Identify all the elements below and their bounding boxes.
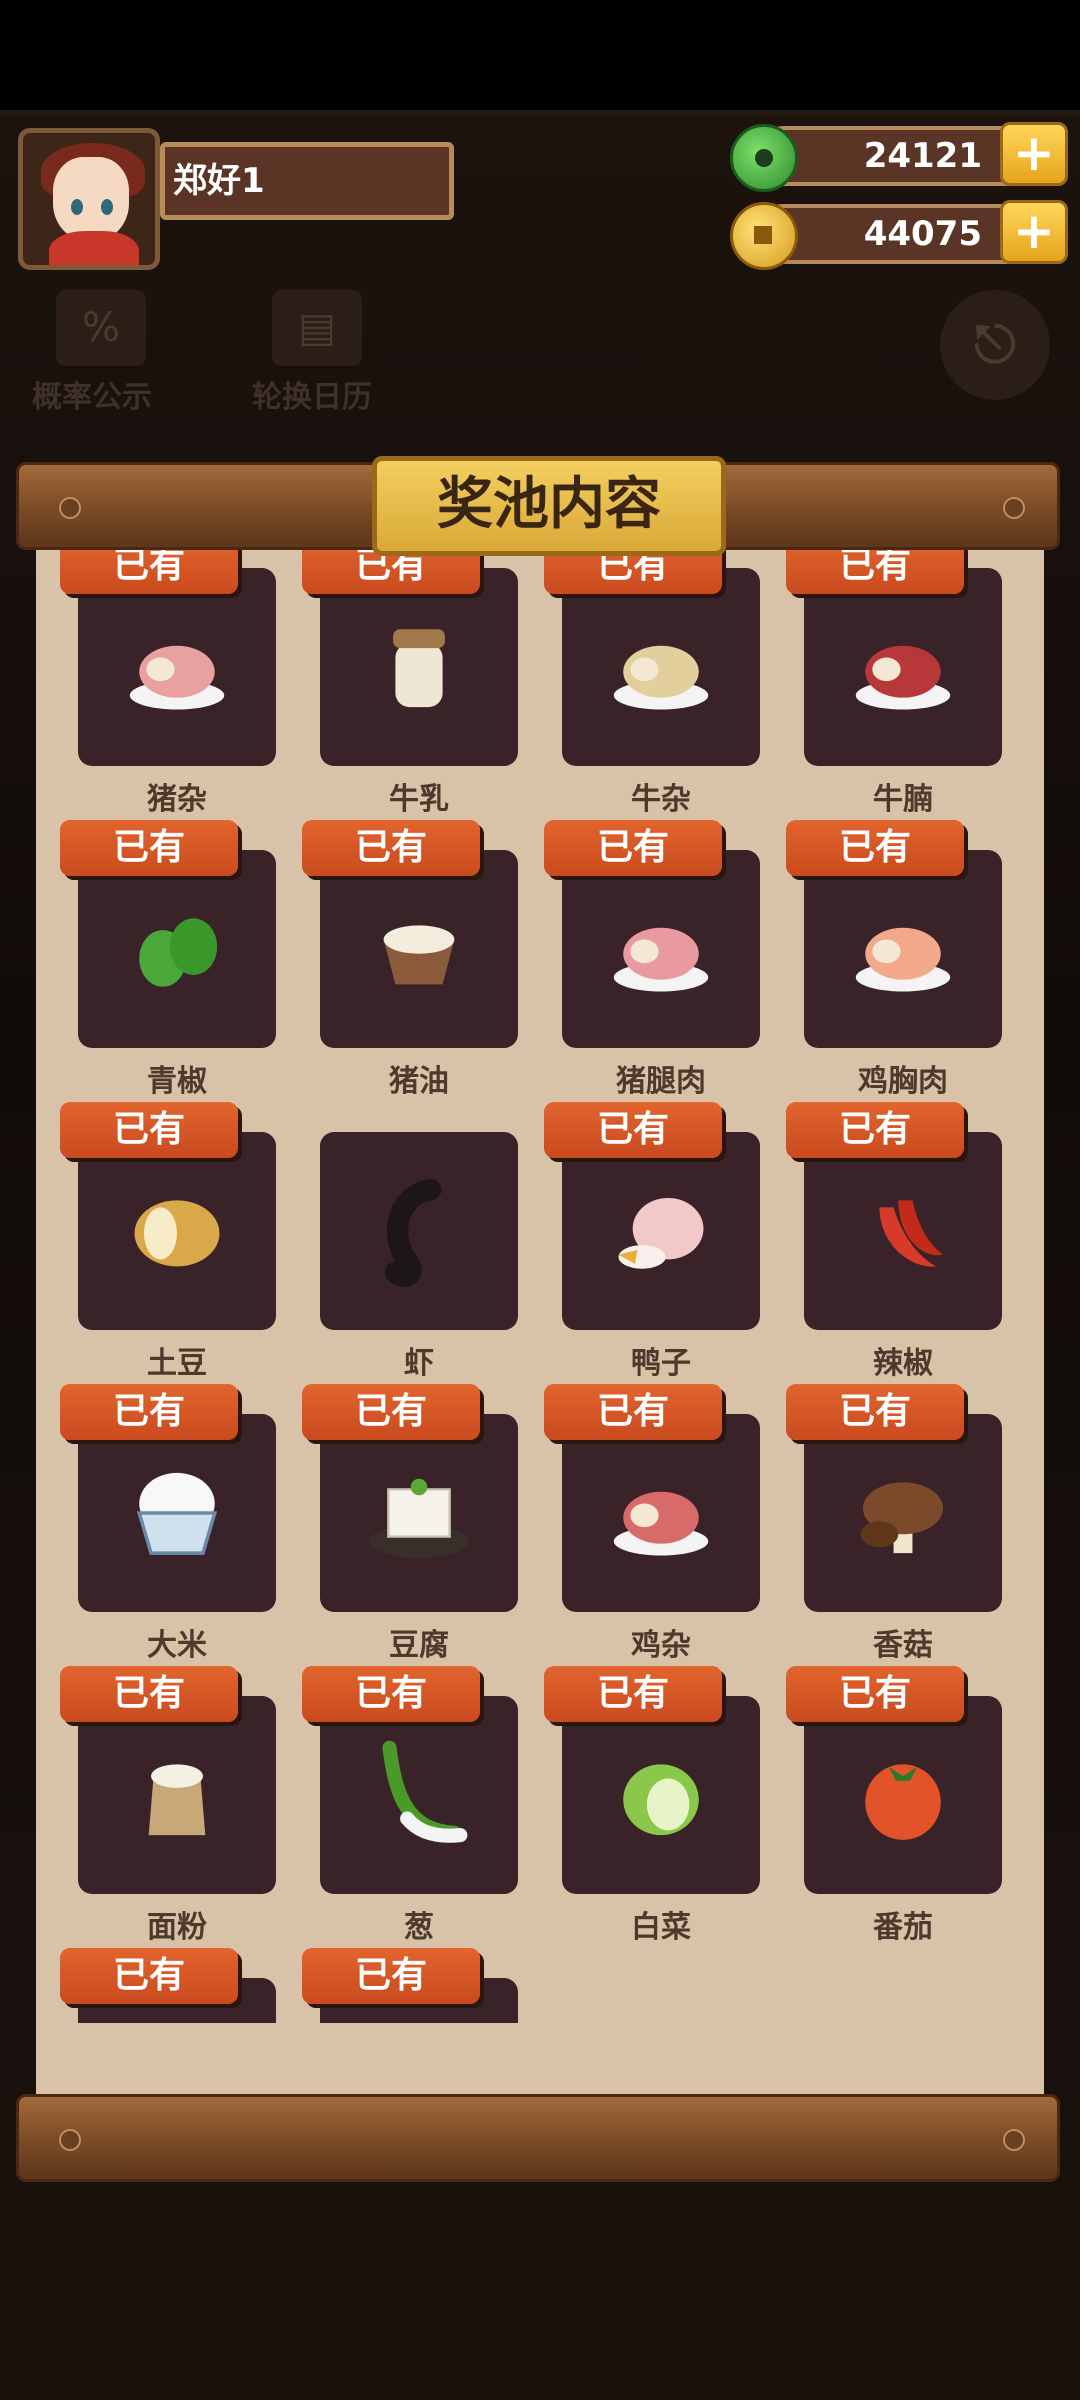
tofu-icon bbox=[369, 1478, 469, 1558]
owned-badge: 已有 bbox=[60, 1948, 238, 2004]
chicken-breast-icon bbox=[855, 927, 951, 992]
status-bar bbox=[0, 0, 1080, 110]
add-jade-button[interactable]: + bbox=[1000, 122, 1068, 186]
mushroom-icon bbox=[860, 1482, 944, 1554]
beef-offal-icon bbox=[613, 645, 709, 710]
pork-offal-icon bbox=[129, 645, 225, 710]
item-name: 牛杂 bbox=[631, 782, 691, 817]
item-name: 土豆 bbox=[147, 1346, 207, 1381]
prize-grid: 已有 猪杂 已有 牛乳 已有 牛杂 已有 牛腩 已有 青椒 已有 猪油 已有 猪腿肉 已有 鸡胸肉 已有 土豆虾已… bbox=[36, 548, 1044, 2023]
owned-badge: 已有 bbox=[60, 548, 238, 594]
beef-brisket-icon bbox=[855, 645, 951, 710]
prize-pool-panel: 已有 猪杂 已有 牛乳 已有 牛杂 已有 牛腩 已有 青椒 已有 猪油 已有 猪腿肉 已有 鸡胸肉 已有 土豆虾已… bbox=[36, 548, 1044, 2094]
owned-badge: 已有 bbox=[302, 1666, 480, 1722]
item-name: 鸭子 bbox=[631, 1346, 691, 1381]
prize-item[interactable]: 已有青椒 bbox=[56, 820, 286, 1099]
owned-badge: 已有 bbox=[544, 1102, 722, 1158]
milk-jar-icon bbox=[393, 629, 445, 708]
tomato-icon bbox=[865, 1764, 941, 1840]
owned-badge: 已有 bbox=[60, 1102, 238, 1158]
green-pepper-icon bbox=[139, 918, 218, 987]
item-name: 鸡杂 bbox=[631, 1628, 691, 1663]
prize-item[interactable]: 已有番茄 bbox=[782, 1666, 1012, 1945]
owned-badge: 已有 bbox=[60, 1666, 238, 1722]
owned-badge: 已有 bbox=[544, 1384, 722, 1440]
prize-item[interactable]: 已有 牛杂 bbox=[540, 548, 770, 817]
prize-item[interactable]: 已有土豆 bbox=[56, 1102, 286, 1381]
item-name: 牛腩 bbox=[873, 782, 933, 817]
item-name: 虾 bbox=[404, 1346, 434, 1381]
panel-title: 奖池内容 bbox=[372, 456, 726, 556]
item-name: 牛乳 bbox=[389, 782, 449, 817]
prize-item[interactable]: 已有面粉 bbox=[56, 1666, 286, 1945]
prize-item[interactable]: 已有大米 bbox=[56, 1384, 286, 1663]
prize-item[interactable]: 已有猪腿肉 bbox=[540, 820, 770, 1099]
jade-icon bbox=[730, 124, 798, 192]
item-name: 鸡胸肉 bbox=[858, 1064, 948, 1099]
scallion-icon bbox=[382, 1740, 468, 1843]
prize-item[interactable]: 已有 bbox=[298, 1948, 528, 2023]
item-name: 面粉 bbox=[147, 1910, 207, 1945]
owned-badge: 已有 bbox=[786, 1384, 964, 1440]
lard-icon bbox=[383, 925, 455, 985]
divider bbox=[0, 110, 1080, 116]
prize-item[interactable]: 已有鸡杂 bbox=[540, 1384, 770, 1663]
item-name: 豆腐 bbox=[389, 1628, 449, 1663]
player-name: 郑好1 bbox=[160, 142, 454, 220]
owned-badge: 已有 bbox=[302, 820, 480, 876]
chili-icon bbox=[879, 1200, 944, 1267]
owned-badge: 已有 bbox=[60, 820, 238, 876]
prize-item[interactable]: 已有香菇 bbox=[782, 1384, 1012, 1663]
owned-badge: 已有 bbox=[544, 1666, 722, 1722]
owned-badge: 已有 bbox=[786, 548, 964, 594]
avatar[interactable] bbox=[18, 128, 160, 270]
prize-item[interactable]: 已有猪杂 bbox=[56, 548, 286, 817]
owned-badge: 已有 bbox=[786, 1666, 964, 1722]
coin-icon bbox=[730, 202, 798, 270]
owned-badge: 已有 bbox=[786, 1102, 964, 1158]
prize-item[interactable]: 已有辣椒 bbox=[782, 1102, 1012, 1381]
prize-item[interactable]: 已有 牛乳 bbox=[298, 548, 528, 817]
prize-item[interactable]: 已有牛腩 bbox=[782, 548, 1012, 817]
owned-badge: 已有 bbox=[786, 820, 964, 876]
flour-sack-icon bbox=[148, 1764, 206, 1836]
add-coins-button[interactable]: + bbox=[1000, 200, 1068, 264]
item-name: 辣椒 bbox=[873, 1346, 933, 1381]
item-name: 白菜 bbox=[631, 1910, 691, 1945]
prize-item[interactable]: 已有葱 bbox=[298, 1666, 528, 1945]
prize-item[interactable]: 已有猪油 bbox=[298, 820, 528, 1099]
item-name: 青椒 bbox=[147, 1064, 207, 1099]
prize-item[interactable]: 已有豆腐 bbox=[298, 1384, 528, 1663]
rice-bowl-icon bbox=[136, 1472, 218, 1555]
item-name: 香菇 bbox=[873, 1628, 933, 1663]
exit-icon: ⎋ bbox=[940, 290, 1050, 400]
item-name: 葱 bbox=[404, 1910, 434, 1945]
item-name: 猪油 bbox=[389, 1064, 449, 1099]
prize-item[interactable]: 虾 bbox=[298, 1102, 528, 1381]
item-name: 大米 bbox=[147, 1628, 207, 1663]
calendar-icon: ▤ bbox=[272, 290, 362, 366]
prize-item[interactable]: 已有白菜 bbox=[540, 1666, 770, 1945]
probability-label: 概率公示 bbox=[32, 380, 152, 415]
potato-icon bbox=[134, 1200, 220, 1267]
calendar-label: 轮换日历 bbox=[252, 380, 372, 415]
pork-leg-icon bbox=[613, 927, 709, 992]
owned-badge: 已有 bbox=[302, 1384, 480, 1440]
owned-badge: 已有 bbox=[544, 820, 722, 876]
owned-badge: 已有 bbox=[302, 1948, 480, 2004]
item-name: 猪腿肉 bbox=[616, 1064, 706, 1099]
cabbage-icon bbox=[623, 1764, 699, 1836]
probability-icon: % bbox=[56, 290, 146, 366]
chicken-offal-icon bbox=[613, 1491, 709, 1556]
item-name: 猪杂 bbox=[147, 782, 207, 817]
scroll-rod-bottom bbox=[16, 2094, 1060, 2182]
owned-badge: 已有 bbox=[60, 1384, 238, 1440]
prize-item[interactable]: 已有鸡胸肉 bbox=[782, 820, 1012, 1099]
prize-item[interactable]: 已有鸭子 bbox=[540, 1102, 770, 1381]
item-name: 番茄 bbox=[873, 1910, 933, 1945]
prize-item[interactable]: 已有 bbox=[56, 1948, 286, 2023]
shrimp-icon bbox=[384, 1179, 442, 1287]
duck-icon bbox=[618, 1197, 704, 1269]
